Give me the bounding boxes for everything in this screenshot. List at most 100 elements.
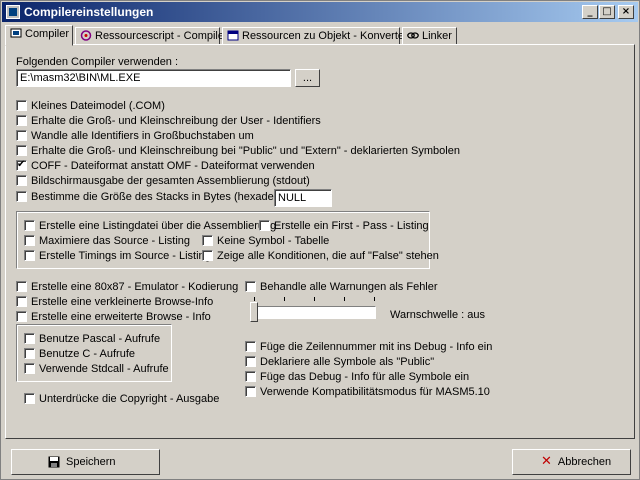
option-extended-browse-info[interactable]: Erstelle eine erweiterte Browse - Info — [16, 311, 211, 324]
option-label: Erstelle eine verkleinerte Browse-Info — [31, 296, 214, 308]
checkbox[interactable] — [24, 333, 35, 344]
checkbox[interactable] — [245, 281, 256, 292]
option-label: Erstelle eine Listingdatei über die Asse… — [39, 220, 277, 232]
compiler-path-label: Folgenden Compiler verwenden : — [16, 56, 179, 68]
option-no-symbol-table[interactable]: Keine Symbol - Tabelle — [202, 235, 329, 248]
option-preserve-case-user[interactable]: Erhalte die Groß- und Kleinschreibung de… — [16, 115, 321, 128]
option-label: Zeige alle Konditionen, die auf "False" … — [217, 250, 439, 262]
window-title: Compilereinstellungen — [24, 5, 154, 19]
stack-size-input[interactable] — [274, 189, 332, 207]
resource-script-icon — [80, 30, 92, 41]
option-small-model[interactable]: Kleines Dateimodel (.COM) — [16, 100, 165, 113]
slider-track[interactable] — [252, 306, 376, 319]
option-label: Verwende Stdcall - Aufrufe — [39, 363, 169, 375]
option-label: Erstelle eine 80x87 - Emulator - Kodieru… — [31, 281, 239, 293]
checkbox[interactable] — [16, 296, 27, 307]
option-label: Erhalte die Groß- und Kleinschreibung de… — [31, 115, 321, 127]
checkbox-checked[interactable] — [16, 158, 27, 171]
save-label: Speichern — [66, 456, 116, 468]
checkbox[interactable] — [202, 250, 213, 261]
checkbox[interactable] — [24, 235, 35, 246]
tab-label: Ressourcen zu Objekt - Konverter — [242, 30, 408, 42]
checkbox[interactable] — [24, 250, 35, 261]
checkbox[interactable] — [16, 311, 27, 322]
resource-object-icon — [227, 30, 239, 41]
option-label: Kleines Dateimodel (.COM) — [31, 100, 165, 112]
option-label: Erhalte die Groß- und Kleinschreibung be… — [31, 145, 460, 157]
option-uppercase-identifiers[interactable]: Wandle alle Identifiers in Großbuchstabe… — [16, 130, 254, 143]
checkbox[interactable] — [24, 363, 35, 374]
slider-thumb[interactable] — [250, 302, 258, 322]
option-suppress-copyright[interactable]: Unterdrücke die Copyright - Ausgabe — [24, 393, 219, 406]
checkbox[interactable] — [16, 130, 27, 141]
cancel-x-icon: ✕ — [541, 454, 552, 470]
option-label: COFF - Dateiformat anstatt OMF - Dateifo… — [31, 160, 315, 172]
warning-level-label: Warnschwelle : aus — [390, 309, 485, 321]
option-pascal-calls[interactable]: Benutze Pascal - Aufrufe — [24, 333, 160, 346]
checkbox[interactable] — [245, 386, 256, 397]
option-listing-file[interactable]: Erstelle eine Listingdatei über die Asse… — [24, 220, 276, 233]
tab-compiler[interactable]: Compiler — [5, 25, 73, 46]
checkbox[interactable] — [24, 393, 35, 404]
option-listing-timings[interactable]: Erstelle Timings im Source - Listing — [24, 250, 211, 263]
tab-resource-script[interactable]: Ressourcescript - Compiler — [75, 27, 228, 45]
compiler-panel: Folgenden Compiler verwenden : ... Klein… — [5, 44, 635, 439]
option-warnings-as-errors[interactable]: Behandle alle Warnungen als Fehler — [245, 281, 438, 294]
checkbox[interactable] — [245, 371, 256, 382]
option-line-numbers-debug[interactable]: Füge die Zeilennummer mit ins Debug - In… — [245, 341, 492, 354]
option-80x87-emulator[interactable]: Erstelle eine 80x87 - Emulator - Kodieru… — [16, 281, 238, 294]
title-bar: Compilereinstellungen _ □ × — [2, 2, 638, 22]
option-label: Behandle alle Warnungen als Fehler — [260, 281, 438, 293]
tab-linker[interactable]: Linker — [402, 27, 457, 45]
option-label: Unterdrücke die Copyright - Ausgabe — [39, 393, 220, 405]
option-debug-all-symbols[interactable]: Füge das Debug - Info für alle Symbole e… — [245, 371, 469, 384]
checkbox[interactable] — [245, 356, 256, 367]
checkbox[interactable] — [24, 220, 35, 231]
browse-button[interactable]: ... — [295, 69, 320, 87]
slider-tick — [314, 297, 315, 301]
option-label: Verwende Kompatibilitätsmodus für MASM5.… — [260, 386, 490, 398]
checkbox[interactable] — [259, 220, 270, 231]
option-label: Bestimme die Größe des Stacks in Bytes (… — [31, 191, 304, 203]
app-icon — [6, 5, 20, 19]
slider-tick — [344, 297, 345, 301]
maximize-button[interactable]: □ — [599, 5, 615, 19]
option-stack-size[interactable]: Bestimme die Größe des Stacks in Bytes (… — [16, 191, 303, 204]
option-label: Deklariere alle Symbole als "Public" — [260, 356, 435, 368]
tab-resource-object[interactable]: Ressourcen zu Objekt - Konverter — [222, 27, 408, 45]
option-stdcall-calls[interactable]: Verwende Stdcall - Aufrufe — [24, 363, 169, 376]
compiler-path-input[interactable] — [16, 69, 291, 87]
checkbox[interactable] — [24, 348, 35, 359]
option-stdout-listing[interactable]: Bildschirmausgabe der gesamten Assemblie… — [16, 175, 310, 188]
checkbox[interactable] — [16, 145, 27, 156]
option-all-public[interactable]: Deklariere alle Symbole als "Public" — [245, 356, 434, 369]
option-first-pass-listing[interactable]: Erstelle ein First - Pass - Listing — [259, 220, 429, 233]
option-false-conditions[interactable]: Zeige alle Konditionen, die auf "False" … — [202, 250, 439, 263]
checkbox[interactable] — [16, 191, 27, 202]
option-coff-format[interactable]: COFF - Dateiformat anstatt OMF - Dateifo… — [16, 158, 315, 173]
slider-tick — [374, 297, 375, 301]
tab-label: Linker — [422, 30, 452, 42]
checkbox[interactable] — [16, 100, 27, 111]
option-c-calls[interactable]: Benutze C - Aufrufe — [24, 348, 135, 361]
option-label: Füge das Debug - Info für alle Symbole e… — [260, 371, 470, 383]
option-masm510-compat[interactable]: Verwende Kompatibilitätsmodus für MASM5.… — [245, 386, 490, 399]
option-label: Erstelle ein First - Pass - Listing — [274, 220, 429, 232]
checkbox[interactable] — [16, 175, 27, 186]
cancel-button[interactable]: ✕ Abbrechen — [512, 449, 631, 475]
option-label: Erstelle eine erweiterte Browse - Info — [31, 311, 211, 323]
dialog-window: Compilereinstellungen _ □ × Compiler Res… — [0, 0, 640, 480]
checkbox[interactable] — [202, 235, 213, 246]
option-small-browse-info[interactable]: Erstelle eine verkleinerte Browse-Info — [16, 296, 213, 309]
checkbox[interactable] — [16, 281, 27, 292]
save-button[interactable]: Speichern — [11, 449, 160, 475]
checkbox[interactable] — [245, 341, 256, 352]
close-button[interactable]: × — [618, 5, 634, 19]
minimize-button[interactable]: _ — [582, 5, 598, 19]
option-preserve-case-public[interactable]: Erhalte die Groß- und Kleinschreibung be… — [16, 145, 460, 158]
checkbox[interactable] — [16, 115, 27, 126]
floppy-disk-icon — [48, 456, 60, 468]
option-maximize-listing[interactable]: Maximiere das Source - Listing — [24, 235, 190, 248]
option-label: Maximiere das Source - Listing — [39, 235, 191, 247]
option-label: Bildschirmausgabe der gesamten Assemblie… — [31, 175, 310, 187]
